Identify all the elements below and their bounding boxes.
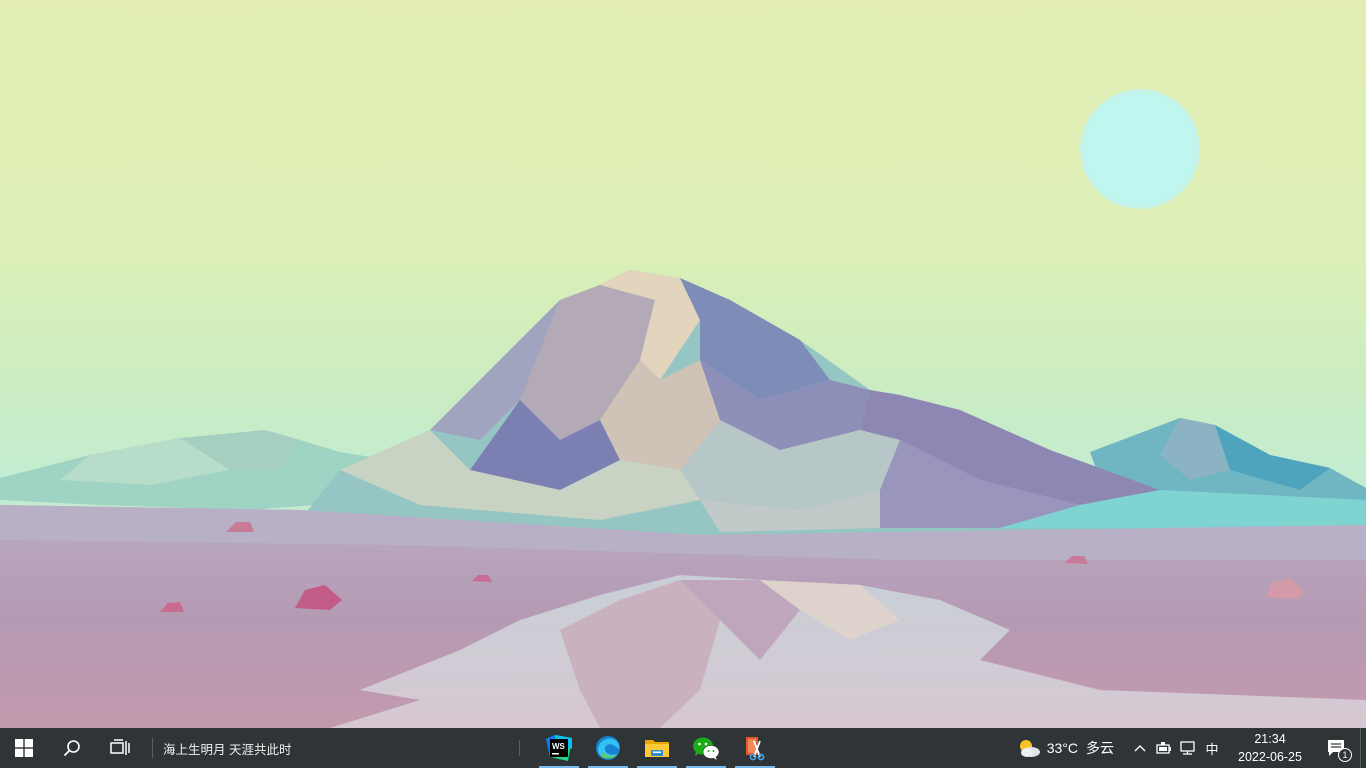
taskbar-app-edge[interactable] [586, 728, 630, 768]
battery-icon [1156, 742, 1171, 754]
battery-button[interactable] [1152, 728, 1176, 768]
action-center-button[interactable]: 1 [1312, 728, 1360, 768]
edge-icon [596, 736, 620, 760]
windows-logo-icon [15, 739, 33, 757]
show-hidden-icons-button[interactable] [1128, 728, 1152, 768]
task-view-icon [110, 739, 130, 755]
search-icon [63, 740, 80, 757]
taskbar-divider [152, 738, 153, 758]
taskbar-apps: WS [537, 728, 782, 768]
input-method-indicator[interactable]: 中 [1200, 739, 1224, 758]
snipping-tool-icon [746, 737, 765, 761]
file-explorer-icon [645, 740, 669, 757]
taskbar-app-wechat[interactable] [684, 728, 728, 768]
desktop-wallpaper [0, 0, 1366, 728]
weather-description: 多云 [1086, 740, 1114, 756]
partly-cloudy-icon [1019, 740, 1040, 757]
webstorm-icon: WS [546, 735, 572, 761]
search-button[interactable] [48, 728, 96, 768]
taskbar-app-snipping-tool[interactable] [733, 728, 777, 768]
clock-time: 21:34 [1254, 732, 1286, 746]
taskbar-motto-text: 海上生明月 天涯共此时 [163, 742, 292, 757]
network-icon [1180, 741, 1195, 755]
weather-temperature: 33°C [1046, 740, 1078, 756]
system-tray: 33°C 多云 中 21:34 2022-06-25 1 [1017, 728, 1366, 768]
taskbar-app-webstorm[interactable]: WS [537, 728, 581, 768]
clock-date: 2022-06-25 [1238, 750, 1302, 764]
taskbar-clock[interactable]: 21:34 2022-06-25 [1228, 730, 1312, 766]
start-button[interactable] [0, 728, 48, 768]
show-desktop-button[interactable] [1360, 728, 1366, 768]
notification-count-badge: 1 [1338, 748, 1352, 762]
sun [1080, 89, 1200, 209]
taskbar: 海上生明月 天涯共此时 WS 33°C 多云 中 21:34 2022-06-2… [0, 728, 1366, 768]
task-view-button[interactable] [96, 728, 144, 768]
taskbar-divider [519, 740, 520, 756]
weather-widget[interactable]: 33°C 多云 [1017, 738, 1114, 758]
svg-text:WS: WS [552, 742, 566, 751]
taskbar-app-file-explorer[interactable] [635, 728, 679, 768]
network-button[interactable] [1176, 728, 1200, 768]
wechat-icon [693, 737, 720, 760]
chevron-up-icon [1134, 745, 1146, 752]
